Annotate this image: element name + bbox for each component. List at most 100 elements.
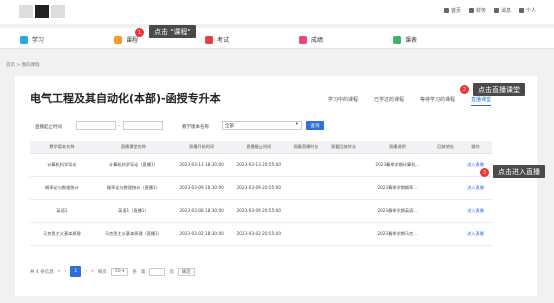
study-icon [20,35,28,44]
cell-end: 2023-03-09 20:55:00 [230,176,288,200]
last-page-button[interactable]: » [91,269,94,274]
cell-description: 2023春季学期英语... [362,199,433,223]
cell-start: 2023-03-09 18:30:00 [172,176,231,200]
page-title: 电气工程及其自动化(本部)-函授专升本 [30,92,221,105]
date-separator: - [118,124,120,129]
cell-version: 马克思主义基本原理 [30,222,94,246]
topnav-finance[interactable]: 财务 [468,7,486,14]
enter-live-link[interactable]: 进入直播 [458,176,492,200]
topnav-profile[interactable]: 个人 [518,7,536,14]
step-badge-2: 2 [460,85,469,94]
cell-live-name: 计算机科学导论（直播1） [93,153,173,177]
step-badge-1: 1 [135,28,144,37]
col-header: 直播说明 [362,141,433,154]
topnav-messages[interactable]: 消息 [493,7,511,14]
step-badge-3: 3 [480,168,489,177]
prev-page-button[interactable]: ‹ [65,269,67,274]
cell-replay-url [432,176,459,200]
tab-learned[interactable]: 已学过的课程 [374,96,404,106]
cell-watch-live [287,176,325,200]
cell-watch-live [287,222,325,246]
total-count: 共 4 条信息 [30,269,54,275]
cell-live-name: 概率论与数理统计（直播1） [93,176,173,200]
goto-page-input[interactable] [149,267,166,276]
filter-bar: 直播起止时间 - 教学版本名称 全部 ▾ 查询 [15,120,537,134]
per-page-unit: 条 [132,269,137,275]
cell-watch-replay [324,222,363,246]
col-header: 直播课堂名称 [93,141,173,154]
col-header: 观看直播时长 [287,141,325,154]
confirm-button[interactable]: 确定 [177,267,195,276]
cell-version: 计算机科学导论 [30,153,94,177]
nav-exam[interactable]: 考试 [205,35,229,44]
col-header: 直播截止时间 [230,141,288,154]
table-header-row: 教学版本名称 直播课堂名称 直播开始时间 直播截止时间 观看直播时长 观看回放时… [30,141,492,154]
teaching-version-label: 教学版本名称 [182,125,209,130]
cell-replay-url [432,199,459,223]
wallet-icon [468,8,474,13]
enter-live-link[interactable]: 进入直播 [458,199,492,223]
course-icon [114,35,122,44]
tab-live-class[interactable]: 直播课堂 [470,96,491,106]
nav-study[interactable]: 学习 [20,35,44,44]
top-bar: 首页 财务 消息 个人 [0,0,554,24]
course-tabs: 学习中的课程 已学过的课程 等待学习的课程 直播课堂 [328,96,491,106]
nav-grades[interactable]: 成绩 [299,35,323,44]
home-icon [443,8,449,13]
schedule-icon [393,35,401,44]
nav-schedule[interactable]: 课表 [393,35,417,44]
cell-watch-live [287,153,325,177]
logo-block-1 [19,5,33,18]
cell-description: 2023春季学期马克... [362,222,433,246]
cell-watch-live [287,199,325,223]
table-row: 计算机科学导论 计算机科学导论（直播1） 2023-03-13 18:30:00… [30,153,492,177]
teaching-version-select[interactable]: 全部 ▾ [222,121,302,130]
breadcrumb: 首页 > 我的课程 [6,63,40,68]
cell-watch-replay [324,176,363,200]
chevron-down-icon: ▾ [122,269,125,274]
main-nav: 学习 课程 考试 成绩 课表 [0,28,554,49]
bell-icon [493,8,499,13]
cell-replay-url [432,222,459,246]
cell-description: 2023春季学期概率... [362,176,433,200]
user-icon [518,8,524,13]
start-date-input[interactable] [76,121,116,130]
cell-live-name: 英语1（直播1） [93,199,173,223]
pagination: 共 4 条信息 « ‹ 1 › » 每页 50 ▾ 条 第 页 确定 [30,266,195,277]
cell-version: 英语1 [30,199,94,223]
callout-click-live-class: 点击直播课堂 [473,83,525,96]
cell-end: 2023-03-09 20:55:00 [230,199,288,223]
next-page-button[interactable]: › [85,269,87,274]
callout-click-enter-live: 点击进入直播 [493,165,545,178]
cell-start: 2023-03-13 18:30:00 [172,153,231,177]
table-row: 英语1 英语1（直播1） 2023-03-08 18:30:00 2023-03… [30,199,492,223]
table-row: 概率论与数理统计 概率论与数理统计（直播1） 2023-03-09 18:30:… [30,176,492,200]
logo-block-3 [51,5,65,18]
page-1-button[interactable]: 1 [70,266,82,277]
tab-learning[interactable]: 学习中的课程 [328,96,358,106]
goto-unit: 页 [169,269,174,275]
end-date-input[interactable] [123,121,163,130]
live-class-table: 教学版本名称 直播课堂名称 直播开始时间 直播截止时间 观看直播时长 观看回放时… [30,141,492,246]
cell-watch-replay [324,153,363,177]
col-header: 操作 [458,141,492,154]
grades-icon [299,35,307,44]
nav-course[interactable]: 课程 [114,35,138,44]
col-header: 教学版本名称 [30,141,94,154]
callout-click-course: 点击 "课程" [149,25,196,38]
col-header: 观看回放时长 [324,141,363,154]
goto-label: 第 [140,269,146,275]
cell-start: 2023-03-08 18:30:00 [172,199,231,223]
tab-waiting[interactable]: 等待学习的课程 [420,96,455,106]
per-page-select[interactable]: 50 ▾ [110,267,129,276]
cell-start: 2023-03-02 18:30:00 [172,222,231,246]
table-row: 马克思主义基本原理 马克思主义基本原理（直播1） 2023-03-02 18:3… [30,222,492,246]
cell-end: 2023-03-02 20:55:00 [230,222,288,246]
cell-description: 2023春季学期计算机... [362,153,433,177]
topnav-home[interactable]: 首页 [443,7,461,14]
query-button[interactable]: 查询 [306,121,324,130]
cell-replay-url [432,153,459,177]
enter-live-link[interactable]: 进入直播 [458,222,492,246]
first-page-button[interactable]: « [58,269,61,274]
col-header: 回放地址 [432,141,459,154]
